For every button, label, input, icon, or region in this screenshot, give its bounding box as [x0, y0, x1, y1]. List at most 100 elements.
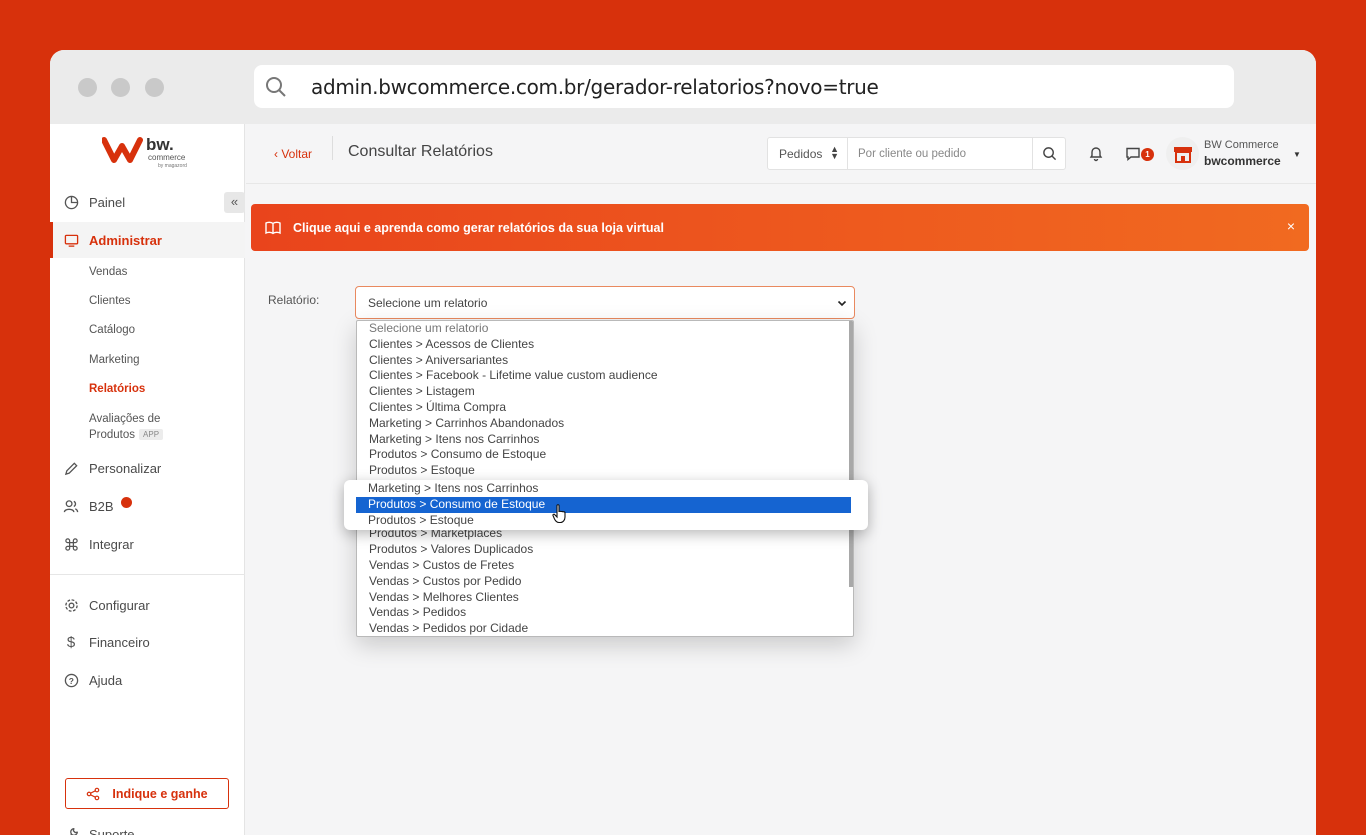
sidebar-item-label: Painel: [89, 194, 126, 210]
refer-button-label: Indique e ganhe: [112, 786, 208, 801]
app-badge: APP: [139, 429, 164, 441]
window-dot-maximize[interactable]: [145, 78, 164, 97]
refer-and-earn-button[interactable]: Indique e ganhe: [65, 778, 229, 809]
help-banner[interactable]: Clique aqui e aprenda como gerar relatór…: [251, 204, 1309, 251]
dropdown-option[interactable]: Vendas > Melhores Clientes: [357, 590, 851, 606]
sort-arrows-icon: ▲ ▼: [830, 144, 839, 161]
page-title: Consultar Relatórios: [348, 143, 493, 160]
sidebar-item-label: Personalizar: [89, 460, 162, 476]
dropdown-option[interactable]: Produtos > Estoque: [356, 513, 850, 529]
pencil-icon: [63, 460, 79, 476]
search-placeholder: Por cliente ou pedido: [858, 147, 967, 160]
sidebar-item-configurar[interactable]: Configurar: [50, 587, 245, 623]
top-bar: ‹ Voltar Consultar Relatórios Pedidos ▲ ▼…: [246, 124, 1316, 184]
dropdown-option[interactable]: Vendas > Pedidos por Cidade: [357, 621, 851, 636]
dropdown-option[interactable]: Clientes > Facebook - Lifetime value cus…: [357, 368, 851, 384]
book-icon: [265, 221, 281, 235]
store-name[interactable]: BW Commerce: [1204, 139, 1279, 151]
dropdown-option[interactable]: Produtos > Estoque: [357, 463, 851, 479]
users-icon: [63, 498, 79, 514]
back-link[interactable]: ‹ Voltar: [274, 147, 312, 161]
sidebar-item-integrar[interactable]: Integrar: [50, 526, 245, 562]
sidebar-subitem-marketing[interactable]: Marketing: [89, 354, 140, 366]
search-button[interactable]: [1032, 138, 1065, 169]
monitor-icon: [63, 232, 79, 248]
chat-badge: 1: [1141, 148, 1154, 161]
main-content: ‹ Voltar Consultar Relatórios Pedidos ▲ ▼…: [246, 124, 1316, 835]
banner-text: Clique aqui e aprenda como gerar relatór…: [293, 220, 664, 235]
svg-text:?: ?: [68, 675, 73, 685]
dropdown-option[interactable]: Marketing > Itens nos Carrinhos: [356, 481, 850, 497]
sidebar-item-label: Configurar: [89, 597, 150, 613]
sidebar-item-label: Integrar: [89, 536, 134, 552]
report-select[interactable]: Selecione um relatorio: [355, 286, 855, 319]
search-input[interactable]: Por cliente ou pedido: [849, 138, 1034, 169]
sidebar-divider: [50, 574, 245, 575]
sidebar-subitem-catalogo[interactable]: Catálogo: [89, 324, 135, 336]
search-type-value: Pedidos: [779, 146, 823, 161]
dropdown-option[interactable]: Clientes > Última Compra: [357, 400, 851, 416]
sidebar-item-ajuda[interactable]: ? Ajuda: [50, 662, 245, 698]
store-avatar[interactable]: [1166, 137, 1199, 170]
svg-text:by magazord: by magazord: [158, 163, 187, 169]
sidebar-subitem-avaliacoes-produtos[interactable]: Produtos APP: [89, 429, 164, 441]
help-icon: ?: [63, 672, 79, 688]
sidebar-item-financeiro[interactable]: $ Financeiro: [50, 624, 245, 660]
sidebar-item-administrar[interactable]: Administrar: [50, 222, 245, 258]
dollar-icon: $: [66, 633, 76, 651]
dropdown-option-highlighted[interactable]: Produtos > Consumo de Estoque: [356, 496, 851, 513]
sidebar-subitem-vendas[interactable]: Vendas: [89, 266, 127, 278]
bell-icon[interactable]: [1088, 145, 1104, 162]
dropdown-option[interactable]: Selecione um relatorio: [357, 321, 851, 337]
dropdown-option[interactable]: Vendas > Custos de Fretes: [357, 558, 851, 574]
dropdown-option[interactable]: Vendas > Pedidos: [357, 605, 851, 621]
share-icon: [87, 787, 100, 800]
sidebar-subitem-label: Produtos: [89, 429, 136, 441]
sidebar-item-label: Suporte: [89, 826, 135, 835]
chevron-down-icon: [837, 300, 847, 307]
address-bar[interactable]: admin.bwcommerce.com.br/gerador-relatori…: [254, 65, 1234, 108]
dropdown-option[interactable]: Marketing > Itens nos Carrinhos: [357, 432, 851, 448]
separator: [332, 136, 333, 160]
window-dot-minimize[interactable]: [111, 78, 130, 97]
dropdown-option[interactable]: Produtos > Consumo de Estoque: [357, 447, 851, 463]
caret-down-icon[interactable]: ▼: [1293, 150, 1301, 159]
wrench-icon: [63, 826, 79, 835]
back-label: Voltar: [281, 147, 313, 161]
bw-commerce-logo[interactable]: bw. commerce by magazord: [101, 134, 198, 172]
dropdown-option[interactable]: Produtos > Valores Duplicados: [357, 542, 851, 558]
sidebar-item-label: B2B: [89, 498, 114, 514]
sidebar-subitem-avaliacoes[interactable]: Avaliações de: [89, 413, 160, 425]
report-select-value: Selecione um relatorio: [368, 295, 488, 310]
magnified-highlight: Marketing > Itens nos Carrinhos Produtos …: [344, 480, 868, 530]
pie-chart-icon: [63, 194, 79, 210]
sidebar-subitem-clientes[interactable]: Clientes: [89, 295, 131, 307]
dropdown-option[interactable]: Marketing > Carrinhos Abandonados: [357, 416, 851, 432]
sidebar-item-label: Ajuda: [89, 672, 123, 688]
sidebar-item-personalizar[interactable]: Personalizar: [50, 450, 245, 486]
dropdown-option[interactable]: Clientes > Acessos de Clientes: [357, 337, 851, 353]
search-type-select[interactable]: Pedidos ▲ ▼: [768, 138, 848, 169]
sidebar-item-label: Administrar: [89, 232, 162, 248]
sidebar: bw. commerce by magazord « Painel Admini…: [50, 124, 245, 835]
dropdown-option[interactable]: Vendas > Custos por Pedido: [357, 574, 851, 590]
window-dot-close[interactable]: [78, 78, 97, 97]
browser-window: admin.bwcommerce.com.br/gerador-relatori…: [50, 50, 1316, 835]
sidebar-item-label: Financeiro: [89, 634, 150, 650]
sidebar-item-b2b[interactable]: B2B: [50, 488, 245, 524]
sidebar-subitem-relatorios[interactable]: Relatórios: [89, 383, 145, 395]
report-dropdown-list: Selecione um relatorio Clientes > Acessos…: [356, 320, 854, 637]
sidebar-item-suporte[interactable]: Suporte: [50, 816, 245, 835]
svg-text:commerce: commerce: [148, 153, 186, 162]
chat-icon[interactable]: [1125, 146, 1141, 162]
sidebar-item-painel[interactable]: Painel: [50, 184, 245, 220]
gear-icon: [63, 597, 79, 613]
svg-text:bw.: bw.: [146, 135, 174, 154]
command-icon: [63, 536, 79, 552]
store-user[interactable]: bwcommerce: [1204, 154, 1281, 168]
close-icon[interactable]: ×: [1287, 218, 1295, 234]
dropdown-option[interactable]: Clientes > Aniversariantes: [357, 353, 851, 369]
report-label: Relatório:: [268, 293, 320, 307]
search-group: Pedidos ▲ ▼ Por cliente ou pedido: [767, 137, 1066, 170]
dropdown-option[interactable]: Clientes > Listagem: [357, 384, 851, 400]
